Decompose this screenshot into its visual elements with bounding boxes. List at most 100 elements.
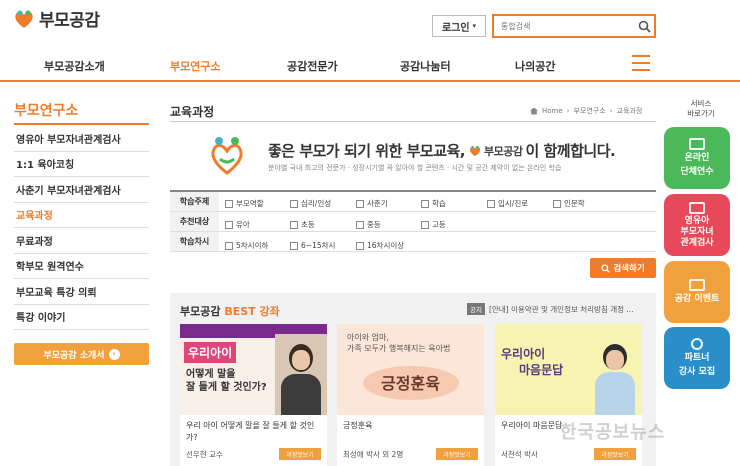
quick-item-label: 관계검사 [680, 237, 714, 248]
preview-course-button[interactable]: 과정맛보기 [436, 448, 478, 460]
site-logo[interactable]: 부모공감 [12, 6, 100, 31]
login-button[interactable]: 로그인 ▾ [432, 15, 486, 37]
search-icon[interactable] [634, 16, 654, 36]
parents-heart-icon [211, 137, 243, 175]
filter-label: 추천대상 [170, 212, 219, 231]
filter-checkbox[interactable]: 부모역할 [225, 198, 264, 209]
checkbox-icon[interactable] [421, 220, 429, 229]
sidebar-item[interactable]: 사춘기 부모자녀관계검사 [14, 177, 149, 203]
course-card[interactable]: 아이와 엄마, 가족 모두가 행복해지는 육아법 긍정훈육 긍정훈육 최성애 박… [337, 324, 484, 466]
course-thumbnail[interactable]: 우리아이 어떻게 말을 잘 들게 할 것인가? [180, 324, 327, 415]
quick-online-group-training[interactable]: 온라인 단체연수 [664, 127, 730, 189]
search-icon [601, 263, 611, 273]
breadcrumb-home[interactable]: Home [542, 107, 563, 115]
sidebar-item[interactable]: 학부모 원격연수 [14, 254, 149, 279]
breadcrumb-current: 교육과정 [616, 107, 643, 115]
quick-partner-recruit[interactable]: 파트너 강사 모집 [664, 327, 730, 389]
title-divider [170, 121, 656, 122]
banner-brand-text: 부모공감 [484, 144, 523, 158]
notice-ticker[interactable]: 공지 [안내] 이용약관 및 개인정보 처리방침 개정 ... [467, 303, 634, 315]
filter-checkbox[interactable]: 고등 [421, 219, 446, 230]
filter-checkbox[interactable]: 심리/인성 [290, 198, 331, 209]
sidebar-item[interactable]: 무료과정 [14, 228, 149, 254]
thumb-caption-line: 잘 들게 할 것인가? [186, 382, 267, 393]
course-title[interactable]: 긍정훈육 [343, 420, 478, 432]
course-card[interactable]: 우리아이 마음문답 우리아이 마음문답 서천석 박사 과정맛보기 [495, 324, 642, 466]
arrow-right-icon: › [108, 348, 120, 360]
thumb-caption-line: 우리아이 [501, 347, 546, 361]
checkbox-icon[interactable] [421, 199, 429, 208]
notice-tag: 공지 [467, 303, 485, 315]
filter-checkbox[interactable]: 입시/진로 [487, 198, 528, 209]
nav-item-sharing[interactable]: 공감나눔터 [400, 58, 451, 74]
checkbox-icon[interactable] [225, 241, 233, 250]
filter-checkbox[interactable]: 학습 [421, 198, 446, 209]
course-author: 최성애 박사 외 2명 [343, 450, 404, 459]
quick-relationship-test[interactable]: 영유아 부모자녀 관계검사 [664, 194, 730, 256]
filter-label: 학습차시 [170, 232, 219, 251]
checkbox-icon[interactable] [356, 220, 364, 229]
filter-checkbox[interactable]: 인문학 [553, 198, 585, 209]
gift-icon [689, 279, 705, 291]
breadcrumb-item[interactable]: 부모연구소 [573, 106, 605, 116]
checkbox-icon[interactable] [290, 199, 298, 208]
login-label: 로그인 [441, 22, 470, 34]
sidebar-item-active[interactable]: 교육과정 [14, 203, 149, 228]
breadcrumb-separator: › [566, 107, 570, 115]
checkbox-icon[interactable] [487, 199, 495, 208]
banner-headline-text: 좋은 부모가 되기 위한 부모교육, [268, 142, 466, 160]
sidebar-item[interactable]: 특강 이야기 [14, 305, 149, 330]
intro-download-button[interactable]: 부모공감 소개서 › [14, 343, 149, 365]
course-author: 서천석 박사 [501, 450, 538, 459]
quick-item-label: 영유아 [684, 215, 710, 226]
search-input[interactable] [494, 16, 634, 36]
banner-brand: 부모공감 [468, 143, 523, 159]
course-search-button[interactable]: 검색하기 [590, 258, 656, 278]
filter-checkbox[interactable]: 5차시이하 [225, 240, 268, 251]
preview-course-button[interactable]: 과정맛보기 [594, 448, 636, 460]
checkbox-icon[interactable] [225, 199, 233, 208]
hamburger-menu-icon[interactable] [632, 55, 650, 71]
nav-item-my-space[interactable]: 나의공간 [515, 58, 555, 74]
quick-item-label: 강사 모집 [678, 367, 716, 377]
checkbox-icon[interactable] [290, 220, 298, 229]
best-title-prefix: 부모공감 [180, 305, 221, 318]
checkbox-icon[interactable] [356, 199, 364, 208]
preview-course-button[interactable]: 과정맛보기 [279, 448, 321, 460]
nav-item-about[interactable]: 부모공감소개 [44, 58, 105, 74]
notice-text[interactable]: [안내] 이용약관 및 개인정보 처리방침 개정 ... [489, 304, 634, 315]
quick-item-label: 단체연수 [680, 167, 714, 177]
sidebar-item[interactable]: 영유아 부모자녀관계검사 [14, 126, 149, 152]
checkbox-label: 5차시이하 [236, 241, 269, 250]
course-thumbnail[interactable]: 아이와 엄마, 가족 모두가 행복해지는 육아법 긍정훈육 [337, 324, 484, 415]
filter-checkbox[interactable]: 초등 [290, 219, 315, 230]
course-thumbnail[interactable]: 우리아이 마음문답 [495, 324, 642, 415]
thumb-caption-line: 가족 모두가 행복해지는 육아법 [347, 344, 451, 353]
sidebar-item[interactable]: 부모교육 특강 의뢰 [14, 279, 149, 305]
filter-checkbox[interactable]: 6~15차시 [290, 240, 335, 251]
checkbox-label: 인문학 [564, 199, 585, 208]
checkbox-icon[interactable] [290, 241, 298, 250]
sidebar-item[interactable]: 1:1 육아코칭 [14, 152, 149, 177]
quick-event[interactable]: 공감 이벤트 [664, 261, 730, 323]
checkbox-icon[interactable] [356, 241, 364, 250]
checkbox-label: 입시/진로 [498, 199, 529, 208]
nav-item-institute[interactable]: 부모연구소 [170, 58, 221, 74]
banner-headline-tail: 이 함께합니다. [525, 142, 616, 160]
checkbox-icon[interactable] [553, 199, 561, 208]
speaker-photo [592, 342, 638, 415]
course-card[interactable]: 우리아이 어떻게 말을 잘 들게 할 것인가? 우리 아이 어떻게 말을 잘 들… [180, 324, 327, 466]
checkbox-icon[interactable] [225, 220, 233, 229]
filter-checkbox[interactable]: 사춘기 [356, 198, 388, 209]
checkbox-label: 중등 [367, 220, 381, 229]
course-title[interactable]: 우리 아이 어떻게 말을 잘 들게 할 것인가? [186, 420, 321, 444]
nav-item-experts[interactable]: 공감전문가 [287, 58, 338, 74]
speaker-photo [275, 334, 327, 415]
filter-checkbox[interactable]: 유아 [225, 219, 250, 230]
search-box [492, 14, 656, 38]
filter-checkbox[interactable]: 16차시이상 [356, 240, 404, 251]
thumb-caption: 우리아이 마음문답 [501, 346, 563, 378]
filter-checkbox[interactable]: 중등 [356, 219, 381, 230]
breadcrumb-separator: › [609, 107, 613, 115]
clipboard-icon [689, 201, 705, 214]
